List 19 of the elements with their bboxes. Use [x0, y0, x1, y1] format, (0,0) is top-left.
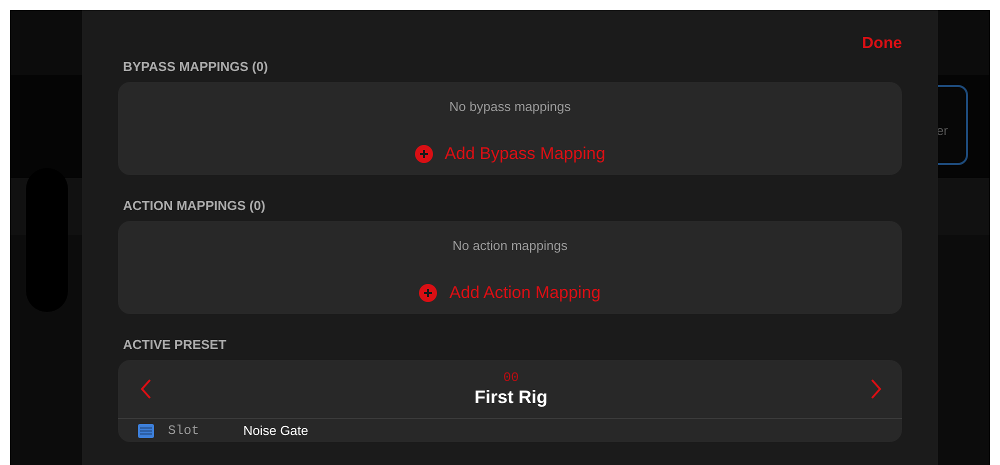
section-header: ACTIVE PRESET: [123, 337, 228, 352]
empty-message: No action mappings: [452, 238, 568, 253]
block-icon: [138, 424, 154, 438]
chevron-right-icon: [870, 379, 882, 399]
section-header: BYPASS MAPPINGS (0): [123, 59, 269, 74]
add-icon: [419, 284, 438, 302]
done-button[interactable]: Done: [862, 32, 902, 56]
section-header: ACTION MAPPINGS (0): [123, 198, 266, 213]
previous-button[interactable]: [140, 379, 152, 399]
chevron-left-icon: [140, 379, 152, 399]
slot-name: Noise Gate: [243, 423, 308, 438]
add-icon: [414, 145, 433, 163]
next-button[interactable]: [870, 379, 882, 399]
slot-label: Slot: [168, 423, 200, 438]
add-mapping-button[interactable]: Add Bypass Mapping: [414, 144, 606, 164]
empty-message: No bypass mappings: [449, 99, 571, 114]
add-mapping-button[interactable]: Add Action Mapping: [419, 283, 601, 303]
preset-number: 00: [503, 370, 519, 385]
preset-name: First Rig: [474, 387, 548, 408]
